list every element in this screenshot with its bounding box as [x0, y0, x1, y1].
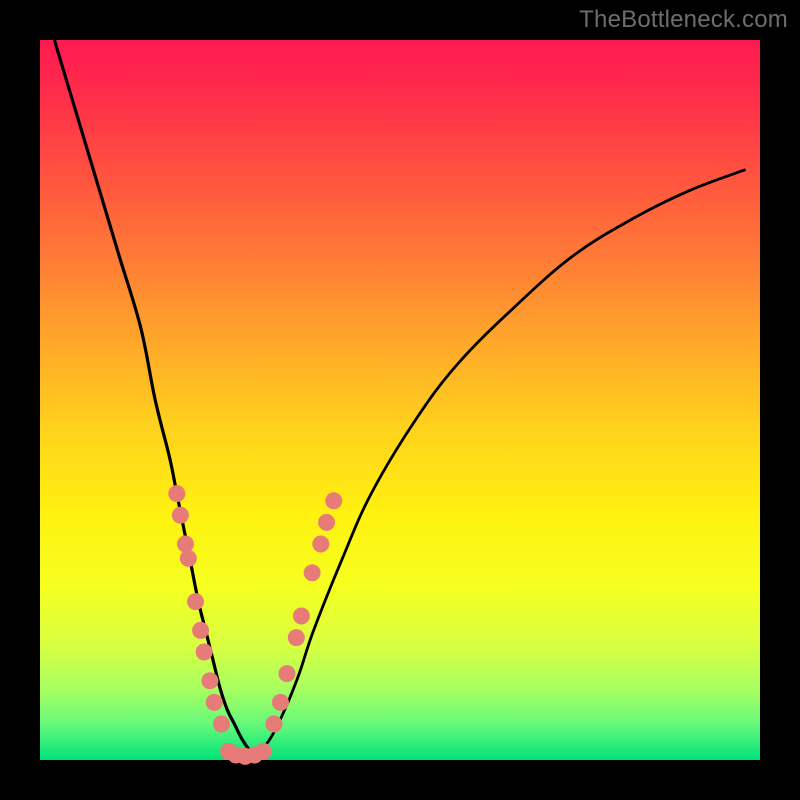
marker-dot	[293, 608, 310, 625]
left-branch-curve	[54, 40, 256, 756]
watermark-label: TheBottleneck.com	[579, 6, 788, 34]
marker-dot	[213, 716, 230, 733]
plot-area	[40, 40, 760, 760]
marker-dot	[318, 514, 335, 531]
marker-dot	[196, 644, 213, 661]
marker-dot	[180, 550, 197, 567]
marker-dot	[272, 694, 289, 711]
marker-dot	[187, 593, 204, 610]
marker-dot	[325, 492, 342, 509]
marker-dot	[206, 694, 223, 711]
marker-dot	[278, 665, 295, 682]
marker-dot	[312, 536, 329, 553]
marker-dot	[255, 743, 272, 760]
right-branch-curve	[256, 170, 746, 757]
marker-dot	[201, 672, 218, 689]
marker-dot	[177, 536, 194, 553]
marker-dot	[266, 716, 283, 733]
curves-svg	[40, 40, 760, 760]
chart-container: TheBottleneck.com	[0, 0, 800, 800]
marker-dot	[288, 629, 305, 646]
marker-dot	[304, 564, 321, 581]
marker-dot	[168, 485, 185, 502]
marker-dot	[172, 507, 189, 524]
marker-dot	[192, 622, 209, 639]
